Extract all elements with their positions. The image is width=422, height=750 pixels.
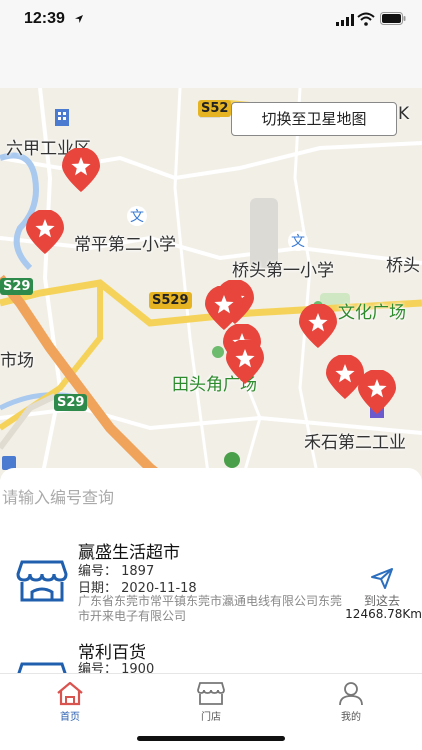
- road-badge-s29-b: S29: [54, 394, 88, 411]
- nav-bar: [0, 44, 422, 88]
- home-icon: [57, 681, 83, 706]
- satellite-map-toggle-button[interactable]: 切换至卫星地图: [231, 102, 397, 136]
- store-address: 广东省东莞市常平镇东莞市瀛通电线有限公司东莞市开来电子有限公司: [78, 594, 343, 623]
- store-number-search-input[interactable]: [0, 482, 422, 512]
- road-badge-s29-a: S29: [0, 278, 34, 295]
- tab-stores[interactable]: 门店: [141, 678, 281, 726]
- store-marker-pin-icon[interactable]: [58, 148, 104, 194]
- map-label-qiaotou-school: 桥头第一小学: [232, 261, 334, 281]
- battery-icon: [380, 12, 406, 25]
- road-badge-s52: S52: [198, 100, 232, 117]
- svg-text:文: 文: [291, 234, 305, 250]
- store-marker-pin-icon[interactable]: [22, 210, 68, 256]
- road-badge-s529: S529: [149, 292, 192, 309]
- store-icon: [197, 682, 225, 705]
- store-marker-pin-icon[interactable]: [295, 304, 341, 350]
- svg-text:文: 文: [130, 209, 144, 225]
- store-distance: 12468.78Km: [345, 607, 422, 621]
- profile-icon: [339, 682, 363, 706]
- wifi-icon: [357, 12, 375, 26]
- navigate-send-icon[interactable]: [370, 566, 394, 590]
- store-front-icon: [16, 560, 68, 602]
- map-label-changping-school: 常平第二小学: [74, 235, 176, 255]
- status-bar: 12:39: [0, 0, 422, 44]
- map-label-qiaotou: 桥头: [386, 256, 420, 276]
- store-front-icon: [17, 662, 67, 673]
- tab-profile-label: 我的: [341, 712, 361, 723]
- school-icon: 文: [127, 206, 147, 226]
- location-arrow-icon: [75, 15, 83, 23]
- tab-profile[interactable]: 我的: [281, 678, 421, 726]
- store-list-item[interactable]: 常利百货 编号： 1900: [0, 636, 422, 673]
- store-list-sheet[interactable]: 赢盛生活超市 编号： 1897 日期： 2020-11-18 广东省东莞市常平镇…: [0, 468, 422, 673]
- map-label-heshi: 禾石第二工业: [304, 433, 406, 453]
- tab-home[interactable]: 首页: [0, 678, 140, 726]
- tab-home-label: 首页: [60, 712, 80, 723]
- map-label-market: 市场: [0, 351, 34, 371]
- store-number: 编号： 1900: [78, 662, 155, 673]
- home-indicator: [137, 736, 285, 741]
- store-marker-pin-icon[interactable]: [222, 340, 268, 386]
- map-view[interactable]: 六甲工业区 常平第二小学 桥头第一小学 桥头 文化广场 市场 田头角广场 禾石第…: [0, 88, 422, 488]
- signal-icon: [336, 14, 354, 26]
- tab-stores-label: 门店: [201, 712, 221, 723]
- store-list-item[interactable]: 赢盛生活超市 编号： 1897 日期： 2020-11-18 广东省东莞市常平镇…: [0, 534, 422, 634]
- building-icon: [55, 109, 69, 126]
- map-label-culture-square: 文化广场: [338, 303, 406, 323]
- store-marker-pin-icon[interactable]: [354, 370, 400, 416]
- status-time: 12:39: [24, 10, 65, 27]
- school-icon: 文: [288, 231, 308, 251]
- map-label-k: K: [398, 104, 410, 124]
